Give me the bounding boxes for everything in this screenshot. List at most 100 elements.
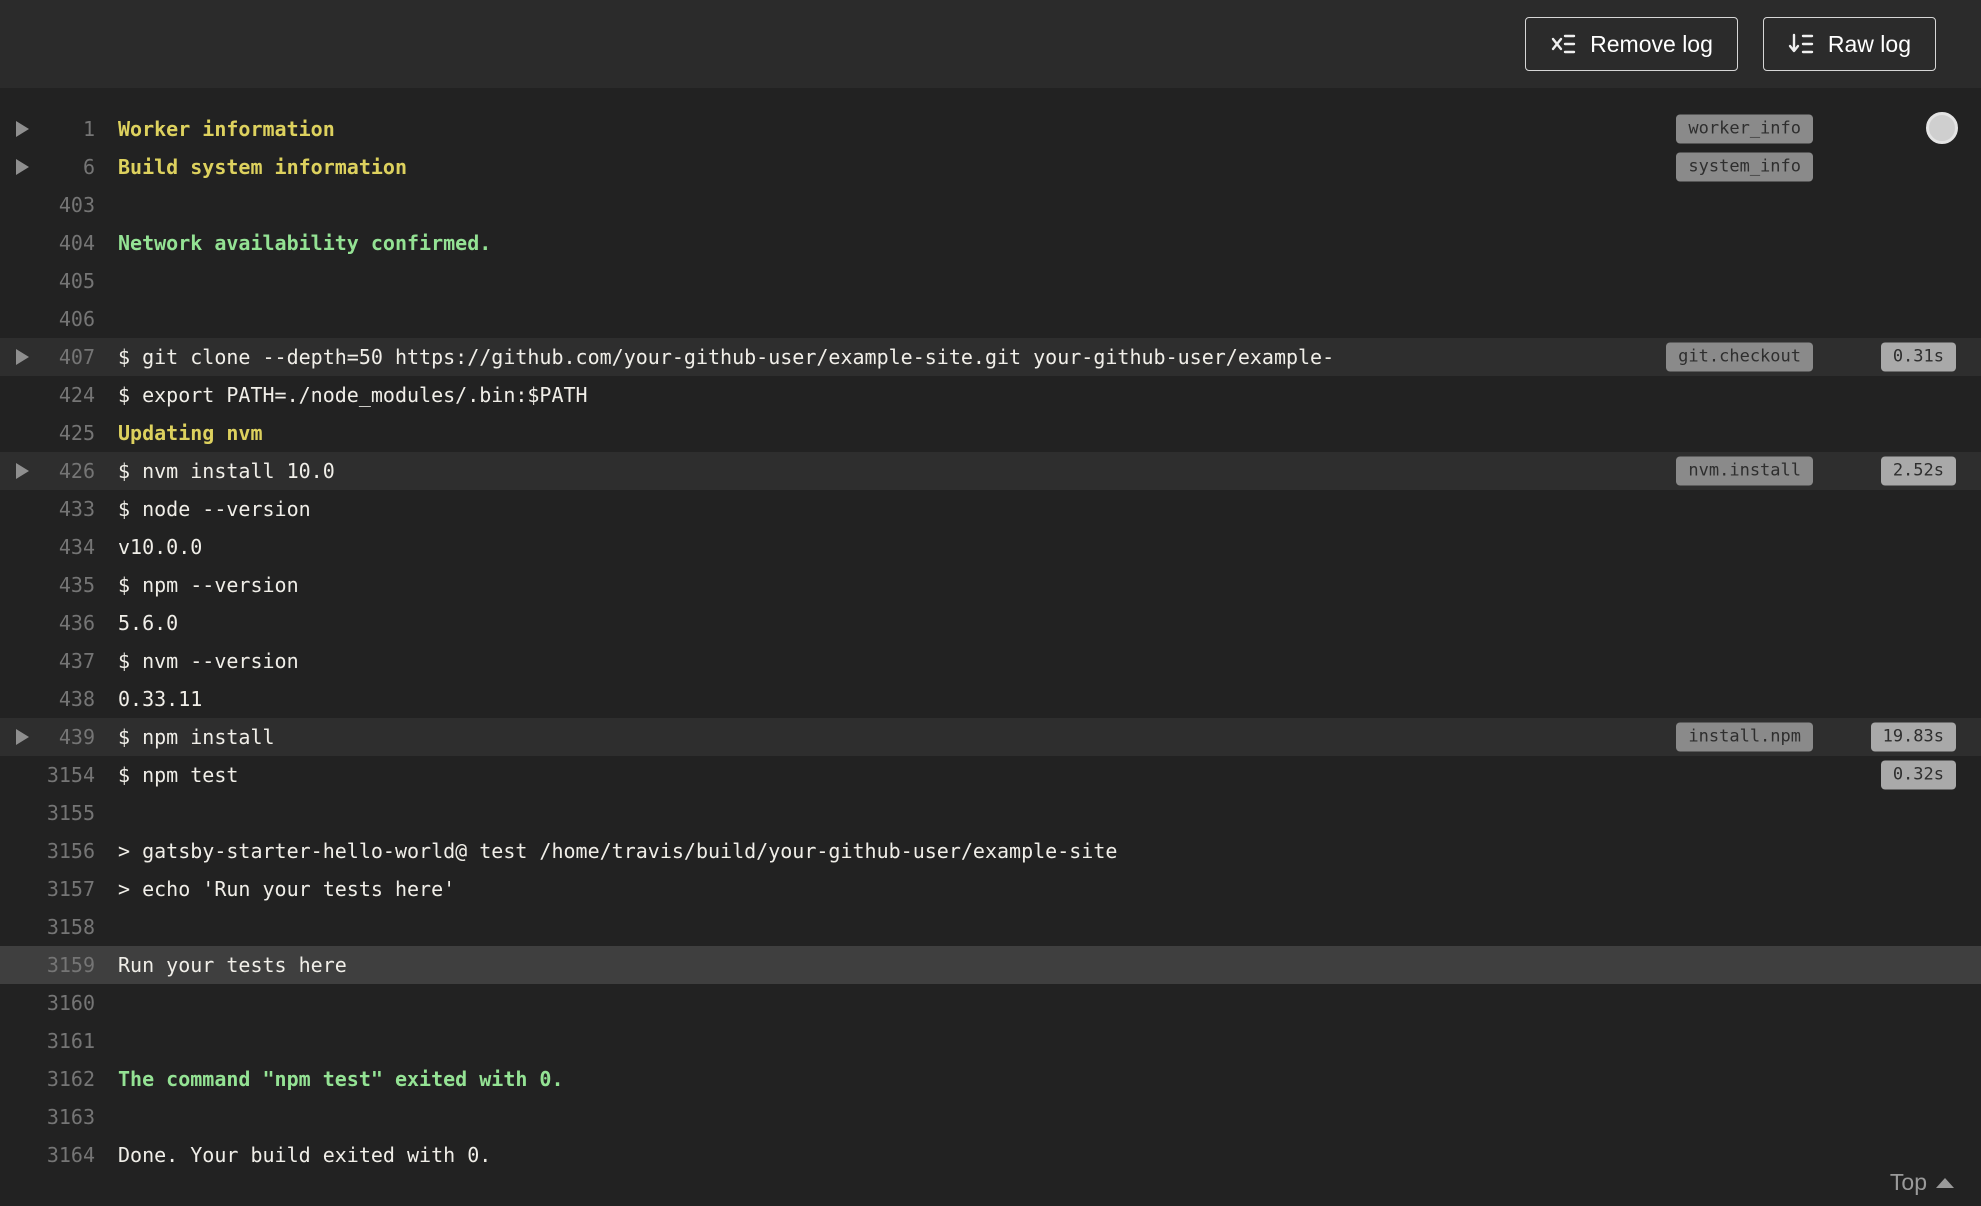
line-number[interactable]: 3162 xyxy=(0,1067,95,1091)
log-text: Done. Your build exited with 0. xyxy=(118,1143,492,1167)
chevron-up-icon xyxy=(1936,1177,1954,1188)
remove-log-icon xyxy=(1550,31,1576,57)
raw-log-label: Raw log xyxy=(1827,30,1911,57)
fold-tag-badge: install.npm xyxy=(1676,722,1813,752)
fold-toggle-icon[interactable] xyxy=(16,159,29,175)
log-text: $ node --version xyxy=(118,497,311,521)
log-line: 438 0.33.11 xyxy=(0,680,1981,718)
line-number[interactable]: 3164 xyxy=(0,1143,95,1167)
toolbar: Remove log Raw log xyxy=(0,0,1981,88)
log-line: 436 5.6.0 xyxy=(0,604,1981,642)
remove-log-label: Remove log xyxy=(1590,30,1713,57)
log-text: Network availability confirmed. xyxy=(118,231,492,255)
fold-tag-badge: worker_info xyxy=(1676,114,1813,144)
log-line: 3154 $ npm test 0.32s xyxy=(0,756,1981,794)
line-number[interactable]: 6 xyxy=(0,155,95,179)
line-number[interactable]: 439 xyxy=(0,725,95,749)
log-line: 3161 xyxy=(0,1022,1981,1060)
log-text: Worker information xyxy=(118,117,335,141)
remove-log-button[interactable]: Remove log xyxy=(1525,17,1738,71)
line-number[interactable]: 433 xyxy=(0,497,95,521)
duration-badge: 0.32s xyxy=(1880,760,1956,790)
log-text: > echo 'Run your tests here' xyxy=(118,877,456,901)
line-number[interactable]: 425 xyxy=(0,421,95,445)
line-number[interactable]: 404 xyxy=(0,231,95,255)
log-text: $ git clone --depth=50 https://github.co… xyxy=(118,345,1335,369)
log-line: 426 $ nvm install 10.0 nvm.install 2.52s xyxy=(0,452,1981,490)
log-line: 3162 The command "npm test" exited with 0… xyxy=(0,1060,1981,1098)
log-line: 403 xyxy=(0,186,1981,224)
log-line: 3156 > gatsby-starter-hello-world@ test /… xyxy=(0,832,1981,870)
line-number[interactable]: 407 xyxy=(0,345,95,369)
log-line: 406 xyxy=(0,300,1981,338)
log-text: Run your tests here xyxy=(118,953,347,977)
log-line: 3160 xyxy=(0,984,1981,1022)
line-number[interactable]: 424 xyxy=(0,383,95,407)
duration-badge: 2.52s xyxy=(1880,456,1956,486)
log-text: $ export PATH=./node_modules/.bin:$PATH xyxy=(118,383,588,407)
line-number[interactable]: 438 xyxy=(0,687,95,711)
fold-tag-badge: git.checkout xyxy=(1666,342,1813,372)
log-line: 3164 Done. Your build exited with 0. xyxy=(0,1136,1981,1174)
line-number[interactable]: 3158 xyxy=(0,915,95,939)
line-number[interactable]: 426 xyxy=(0,459,95,483)
log-text: 0.33.11 xyxy=(118,687,203,711)
log-text: v10.0.0 xyxy=(118,535,203,559)
line-number[interactable]: 3160 xyxy=(0,991,95,1015)
log-line: 435 $ npm --version xyxy=(0,566,1981,604)
scroll-to-top-button[interactable]: Top xyxy=(1890,1169,1954,1196)
log-view: 1 Worker information worker_info 6 Build sys… xyxy=(0,88,1981,1206)
scrollbar-thumb[interactable] xyxy=(1926,112,1958,144)
log-line: 3159 Run your tests here xyxy=(0,946,1981,984)
line-number[interactable]: 437 xyxy=(0,649,95,673)
raw-log-button[interactable]: Raw log xyxy=(1762,17,1936,71)
fold-toggle-icon[interactable] xyxy=(16,121,29,137)
log-line: 3157 > echo 'Run your tests here' xyxy=(0,870,1981,908)
log-text: Build system information xyxy=(118,155,407,179)
line-number[interactable]: 3163 xyxy=(0,1105,95,1129)
log-line: 425 Updating nvm xyxy=(0,414,1981,452)
log-line: 433 $ node --version xyxy=(0,490,1981,528)
log-text: $ nvm --version xyxy=(118,649,299,673)
fold-toggle-icon[interactable] xyxy=(16,463,29,479)
log-line: 424 $ export PATH=./node_modules/.bin:$PA… xyxy=(0,376,1981,414)
line-number[interactable]: 3156 xyxy=(0,839,95,863)
log-text: 5.6.0 xyxy=(118,611,179,635)
log-text: $ npm install xyxy=(118,725,275,749)
line-number[interactable]: 436 xyxy=(0,611,95,635)
fold-toggle-icon[interactable] xyxy=(16,349,29,365)
raw-log-icon xyxy=(1788,31,1814,57)
log-text: $ npm test xyxy=(118,763,239,787)
log-line: 1 Worker information worker_info xyxy=(0,110,1981,148)
log-text: $ nvm install 10.0 xyxy=(118,459,335,483)
log-line: 3158 xyxy=(0,908,1981,946)
log-line: 3163 xyxy=(0,1098,1981,1136)
log-line: 439 $ npm install install.npm 19.83s xyxy=(0,718,1981,756)
line-number[interactable]: 1 xyxy=(0,117,95,141)
log-line: 407 $ git clone --depth=50 https://github… xyxy=(0,338,1981,376)
line-number[interactable]: 3154 xyxy=(0,763,95,787)
scroll-to-top-label: Top xyxy=(1889,1169,1927,1195)
fold-tag-badge: system_info xyxy=(1676,152,1813,182)
line-number[interactable]: 3161 xyxy=(0,1029,95,1053)
line-number[interactable]: 405 xyxy=(0,269,95,293)
log-line: 6 Build system information system_info xyxy=(0,148,1981,186)
duration-badge: 19.83s xyxy=(1870,722,1956,752)
line-number[interactable]: 3159 xyxy=(0,953,95,977)
log-text: Updating nvm xyxy=(118,421,263,445)
line-number[interactable]: 406 xyxy=(0,307,95,331)
line-number[interactable]: 3157 xyxy=(0,877,95,901)
line-number[interactable]: 435 xyxy=(0,573,95,597)
log-line: 3155 xyxy=(0,794,1981,832)
log-line: 434 v10.0.0 xyxy=(0,528,1981,566)
log-text: The command "npm test" exited with 0. xyxy=(118,1067,564,1091)
fold-toggle-icon[interactable] xyxy=(16,729,29,745)
log-text: > gatsby-starter-hello-world@ test /home… xyxy=(118,839,1118,863)
log-text: $ npm --version xyxy=(118,573,299,597)
log-line: 405 xyxy=(0,262,1981,300)
line-number[interactable]: 3155 xyxy=(0,801,95,825)
line-number[interactable]: 403 xyxy=(0,193,95,217)
line-number[interactable]: 434 xyxy=(0,535,95,559)
log-line: 404 Network availability confirmed. xyxy=(0,224,1981,262)
log-lines: 1 Worker information worker_info 6 Build sys… xyxy=(0,110,1981,1174)
